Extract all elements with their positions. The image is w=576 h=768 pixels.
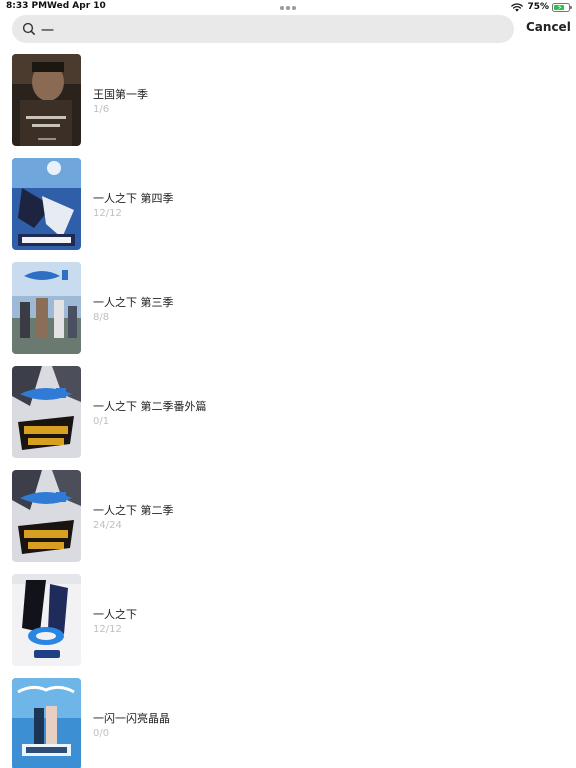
poster-thumbnail[interactable] <box>12 262 81 354</box>
search-bar[interactable] <box>12 15 514 43</box>
screen: 8:33 PM Wed Apr 10 75% ⚡ Cancel <box>0 0 576 768</box>
list-item[interactable]: 一闪一闪亮晶晶 0/0 <box>0 676 576 768</box>
item-progress: 12/12 <box>93 208 122 219</box>
item-progress: 8/8 <box>93 312 110 323</box>
item-title: 一人之下 第二季 <box>93 504 174 517</box>
wifi-icon <box>511 2 524 12</box>
list-item[interactable]: 一人之下 第四季 12/12 <box>0 156 576 260</box>
list-item[interactable]: 一人之下 第二季 24/24 <box>0 468 576 572</box>
item-title: 一人之下 <box>93 608 137 621</box>
item-title: 一人之下 第四季 <box>93 192 174 205</box>
status-time: 8:33 PM <box>6 1 48 11</box>
charging-bolt-icon: ⚡ <box>557 2 563 12</box>
item-title: 王国第一季 <box>93 88 148 101</box>
item-progress: 0/1 <box>93 416 110 427</box>
poster-thumbnail[interactable] <box>12 54 81 146</box>
poster-thumbnail[interactable] <box>12 470 81 562</box>
poster-thumbnail[interactable] <box>12 574 81 666</box>
item-progress: 1/6 <box>93 104 110 115</box>
poster-thumbnail[interactable] <box>12 366 81 458</box>
list-item[interactable]: 一人之下 第三季 8/8 <box>0 260 576 364</box>
list-item[interactable]: 王国第一季 1/6 <box>0 52 576 156</box>
cancel-button[interactable]: Cancel <box>526 20 571 34</box>
search-results-list: 王国第一季 1/6 一人之下 第四季 12/12 一人之下 第三季 8/8 一人… <box>0 52 576 768</box>
list-item[interactable]: 一人之下 第二季番外篇 0/1 <box>0 364 576 468</box>
status-indicators: 75% ⚡ <box>511 1 572 13</box>
item-progress: 0/0 <box>93 728 110 739</box>
poster-thumbnail[interactable] <box>12 678 81 768</box>
search-input[interactable] <box>41 15 501 43</box>
search-icon <box>22 22 35 35</box>
status-bar: 8:33 PM Wed Apr 10 75% ⚡ <box>0 0 576 14</box>
item-progress: 24/24 <box>93 520 122 531</box>
item-title: 一人之下 第三季 <box>93 296 174 309</box>
item-title: 一闪一闪亮晶晶 <box>93 712 170 725</box>
battery-charging-icon: ⚡ <box>552 2 572 12</box>
poster-thumbnail[interactable] <box>12 158 81 250</box>
list-item[interactable]: 一人之下 12/12 <box>0 572 576 676</box>
item-progress: 12/12 <box>93 624 122 635</box>
battery-percent: 75% <box>527 2 549 12</box>
status-date: Wed Apr 10 <box>47 1 106 11</box>
item-title: 一人之下 第二季番外篇 <box>93 400 207 413</box>
multitasking-dots-icon[interactable] <box>280 6 296 10</box>
